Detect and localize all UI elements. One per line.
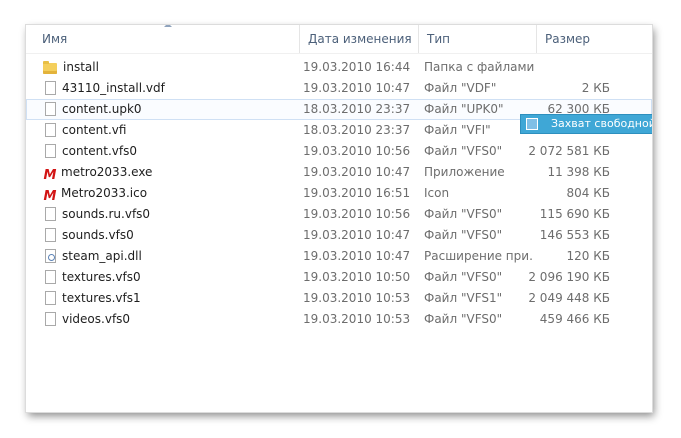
file-name: content.vfi: [62, 123, 127, 137]
file-row[interactable]: sounds.vfs0 19.03.2010 10:47 Файл "VFS0" 14…: [26, 225, 652, 246]
file-row[interactable]: 43110_install.vdf 19.03.2010 10:47 Файл "V…: [26, 78, 652, 99]
file-name: steam_api.dll: [62, 249, 142, 263]
file-list: install 19.03.2010 16:44 Папка с файлами 43…: [26, 57, 652, 330]
file-date: 19.03.2010 10:53: [303, 312, 411, 326]
file-row[interactable]: Mmetro2033.exe 19.03.2010 10:47 Приложение…: [26, 162, 652, 183]
file-date: 18.03.2010 23:37: [303, 123, 411, 137]
file-date: 19.03.2010 16:44: [303, 60, 411, 74]
file-name-cell[interactable]: videos.vfs0: [42, 309, 300, 330]
column-header-type[interactable]: Тип: [418, 25, 536, 53]
file-name-cell[interactable]: textures.vfs0: [42, 267, 300, 288]
file-row[interactable]: M Metro2033.ico 19.03.2010 16:51 Icon 804 КБ: [26, 183, 652, 204]
file-size: 2 072 581 КБ: [528, 144, 610, 158]
dll-icon: [45, 249, 56, 263]
file-size: 115 690 КБ: [539, 207, 610, 221]
file-icon: [45, 123, 56, 137]
file-name: textures.vfs1: [62, 291, 141, 305]
column-header-date-label: Дата изменения: [308, 32, 412, 46]
sort-ascending-icon: [164, 25, 172, 27]
file-icon: [45, 102, 56, 116]
file-icon: [45, 207, 56, 221]
file-list-window: Имя Дата изменения Тип Размер install 19.…: [26, 25, 652, 412]
file-size: 120 КБ: [566, 249, 610, 263]
file-name: sounds.ru.vfs0: [62, 207, 151, 221]
file-type: Файл "VFS0": [424, 228, 503, 242]
folder-icon: [43, 61, 57, 74]
file-name-cell[interactable]: content.upk0: [42, 99, 300, 120]
file-type: Файл "VFS0": [424, 312, 503, 326]
file-row[interactable]: sounds.ru.vfs0 19.03.2010 10:56 Файл "VFS0…: [26, 204, 652, 225]
file-size: 804 КБ: [566, 186, 610, 200]
column-header-name[interactable]: Имя: [26, 25, 299, 53]
file-name-cell[interactable]: content.vfi: [42, 120, 300, 141]
file-type: Файл "VFS0": [424, 207, 503, 221]
file-type: Icon: [424, 186, 450, 200]
file-row[interactable]: textures.vfs1 19.03.2010 10:53 Файл "VFS1"…: [26, 288, 652, 309]
column-header-type-label: Тип: [427, 32, 450, 46]
file-type: Файл "VDF": [424, 81, 497, 95]
file-name-cell[interactable]: sounds.vfs0: [42, 225, 300, 246]
file-type: Расширение при...: [424, 249, 534, 263]
file-name: content.vfs0: [62, 144, 137, 158]
file-size: 146 553 КБ: [539, 228, 610, 242]
file-date: 19.03.2010 10:50: [303, 270, 411, 284]
file-row[interactable]: install 19.03.2010 16:44 Папка с файлами: [26, 57, 652, 78]
file-size: 459 466 КБ: [539, 312, 610, 326]
file-name-cell[interactable]: 43110_install.vdf: [42, 78, 300, 99]
file-size: 11 398 КБ: [547, 165, 610, 179]
file-name: content.upk0: [62, 102, 142, 116]
file-row[interactable]: textures.vfs0 19.03.2010 10:50 Файл "VFS0"…: [26, 267, 652, 288]
file-name: metro2033.exe: [61, 165, 153, 179]
file-date: 19.03.2010 10:47: [303, 249, 411, 263]
file-type: Файл "VFS0": [424, 270, 503, 284]
file-icon: [45, 291, 56, 305]
file-name: textures.vfs0: [62, 270, 141, 284]
file-date: 18.03.2010 23:37: [303, 102, 411, 116]
file-icon: [45, 144, 56, 158]
capture-icon: [526, 118, 538, 130]
column-header-size-label: Размер: [545, 32, 591, 46]
file-type: Файл "VFS1": [424, 291, 503, 305]
file-type: Файл "VFI": [424, 123, 491, 137]
file-size: 2 096 190 КБ: [528, 270, 610, 284]
file-date: 19.03.2010 16:51: [303, 186, 411, 200]
file-name: sounds.vfs0: [62, 228, 134, 242]
capture-tooltip: Захват свободной прямо: [520, 114, 652, 134]
file-row[interactable]: videos.vfs0 19.03.2010 10:53 Файл "VFS0" 45…: [26, 309, 652, 330]
file-size: 2 КБ: [581, 81, 610, 95]
file-name: 43110_install.vdf: [62, 81, 165, 95]
file-size: 2 049 448 КБ: [528, 291, 610, 305]
file-row[interactable]: content.vfs0 19.03.2010 10:56 Файл "VFS0" 2…: [26, 141, 652, 162]
capture-tooltip-text: Захват свободной прямо: [551, 117, 652, 130]
file-date: 19.03.2010 10:47: [303, 228, 411, 242]
file-name-cell[interactable]: install: [42, 57, 300, 78]
file-name-cell[interactable]: sounds.ru.vfs0: [42, 204, 300, 225]
file-date: 19.03.2010 10:56: [303, 144, 411, 158]
file-type: Приложение: [424, 165, 505, 179]
file-icon: [45, 81, 56, 95]
file-type: Папка с файлами: [424, 60, 534, 74]
file-row[interactable]: steam_api.dll 19.03.2010 10:47 Расширение …: [26, 246, 652, 267]
file-name-cell[interactable]: steam_api.dll: [42, 246, 300, 267]
file-name-cell[interactable]: content.vfs0: [42, 141, 300, 162]
column-header-size[interactable]: Размер: [536, 25, 618, 53]
file-icon: [45, 228, 56, 242]
file-name-cell[interactable]: textures.vfs1: [42, 288, 300, 309]
file-date: 19.03.2010 10:47: [303, 81, 411, 95]
file-name-cell[interactable]: M Metro2033.ico: [42, 183, 300, 206]
file-name: videos.vfs0: [62, 312, 131, 326]
file-icon: [45, 270, 56, 284]
file-date: 19.03.2010 10:56: [303, 207, 411, 221]
file-type: Файл "VFS0": [424, 144, 503, 158]
file-icon: [45, 312, 56, 326]
column-header-name-label: Имя: [42, 32, 68, 46]
file-name: install: [63, 60, 99, 74]
file-name: Metro2033.ico: [61, 186, 148, 200]
file-type: Файл "UPK0": [424, 102, 504, 116]
column-header-bar: Имя Дата изменения Тип Размер: [26, 25, 652, 54]
file-date: 19.03.2010 10:53: [303, 291, 411, 305]
column-header-date[interactable]: Дата изменения: [299, 25, 418, 53]
file-name-cell[interactable]: Mmetro2033.exe: [42, 162, 300, 185]
file-date: 19.03.2010 10:47: [303, 165, 411, 179]
